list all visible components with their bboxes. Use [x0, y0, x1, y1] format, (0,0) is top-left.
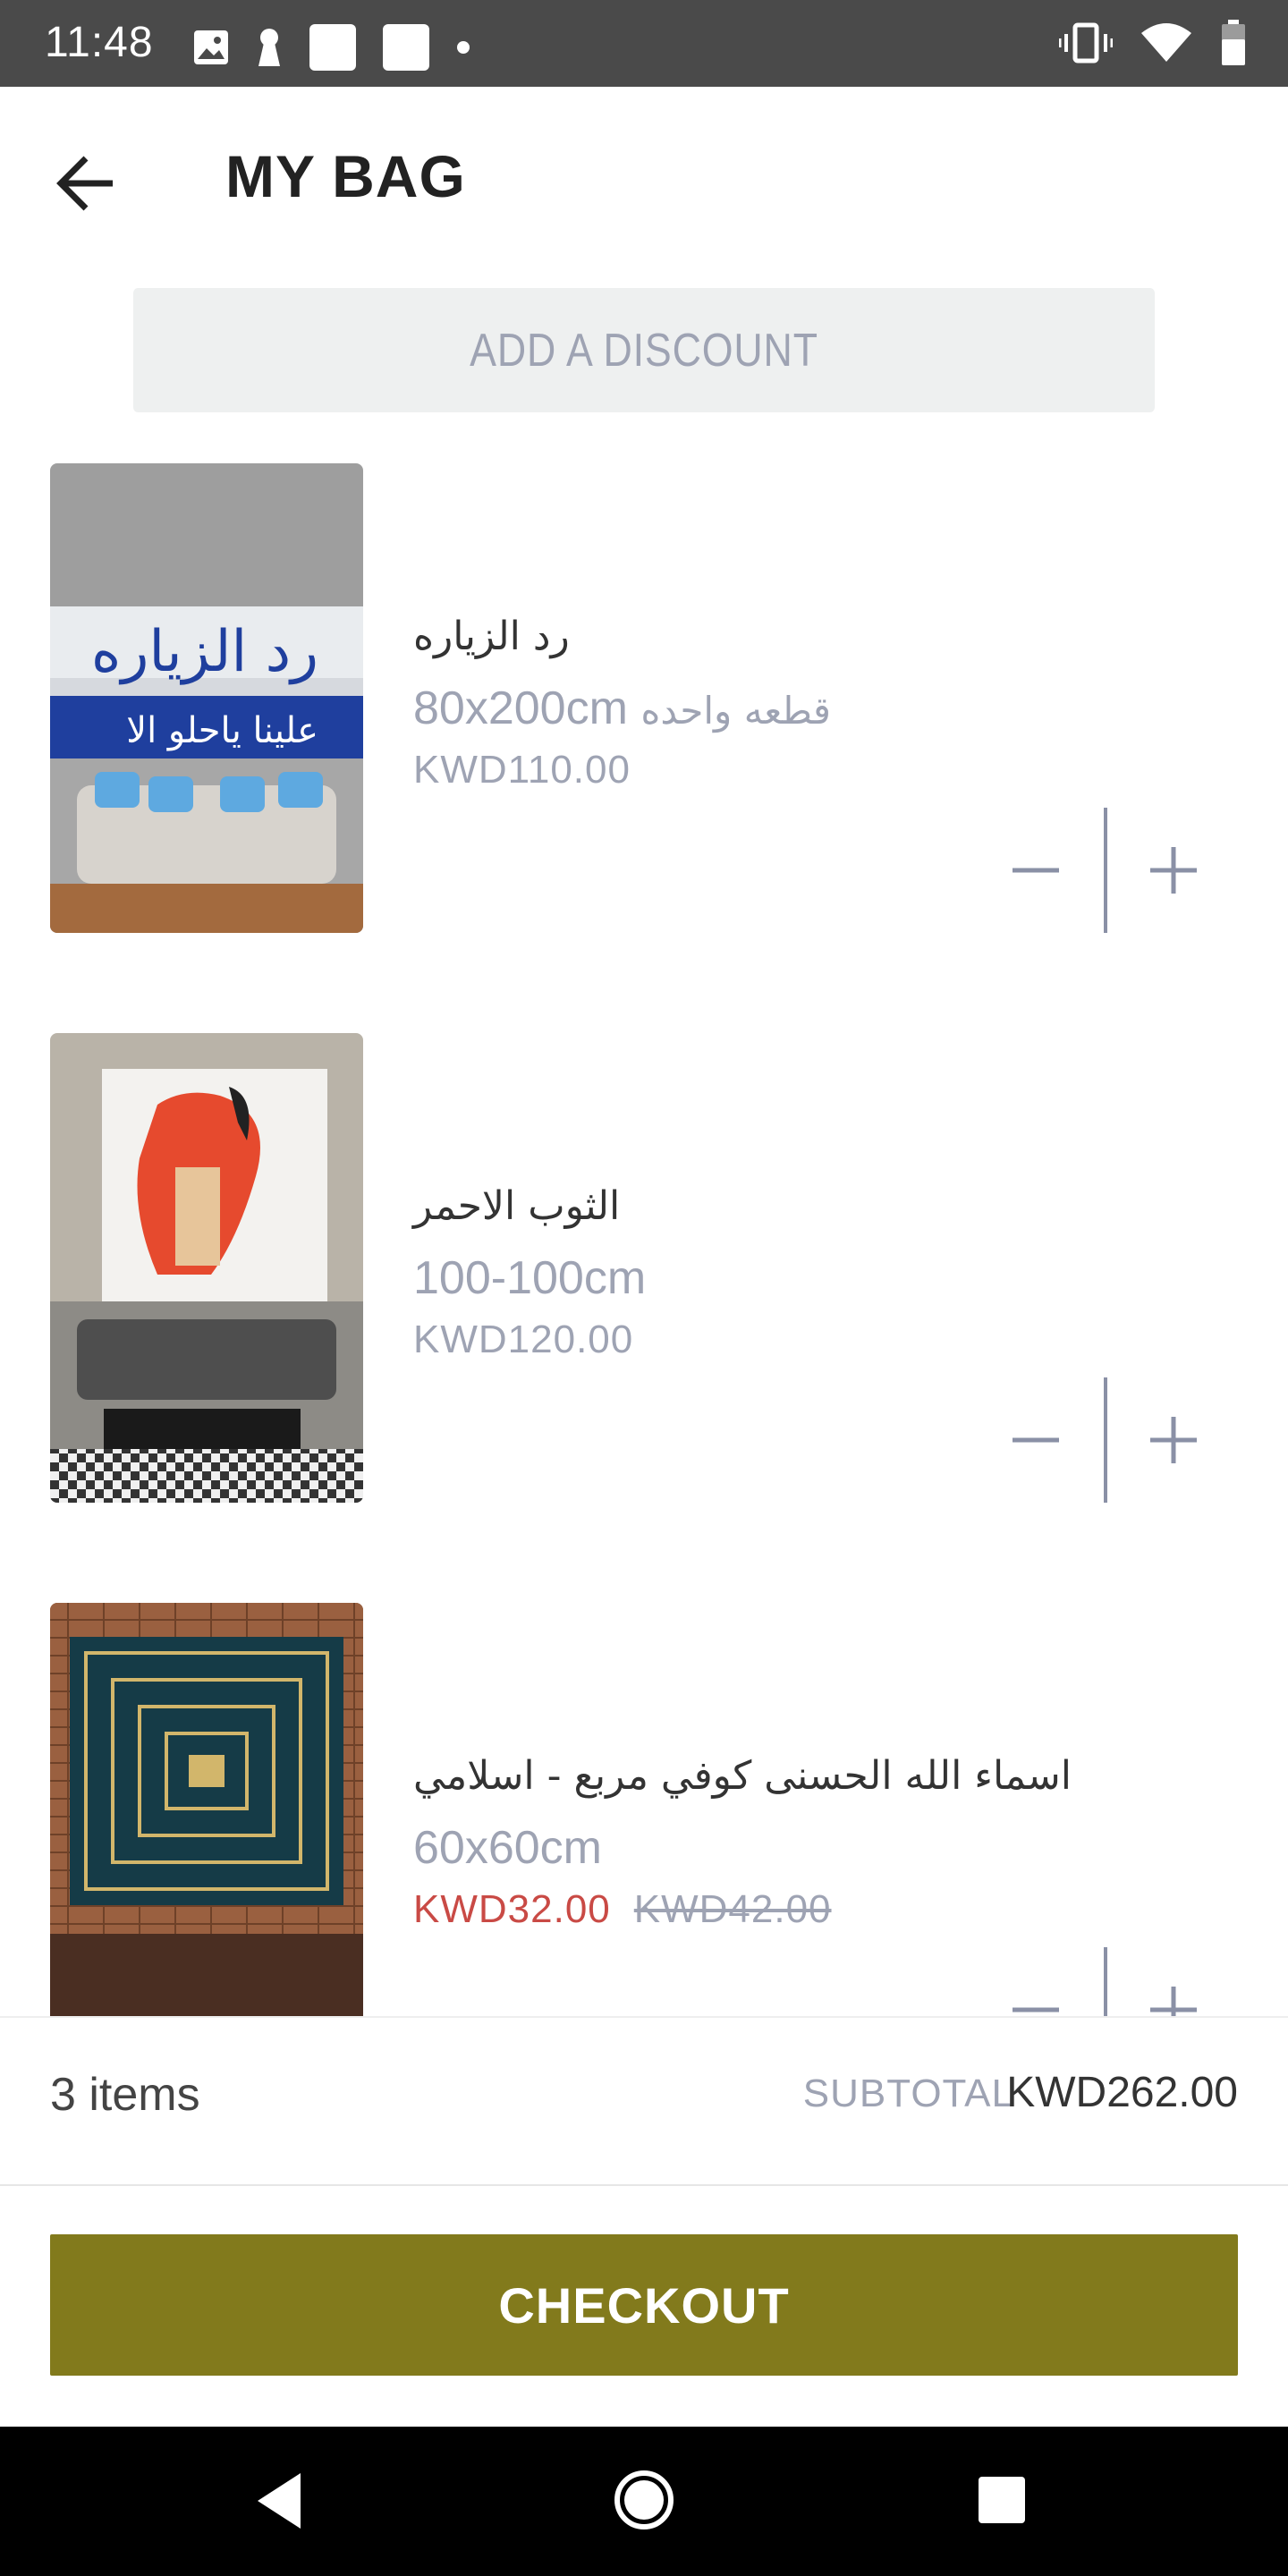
back-button[interactable]: [45, 140, 131, 226]
item-price: KWD120.00: [413, 1318, 634, 1361]
item-price: KWD32.00 KWD42.00: [413, 1887, 832, 1932]
increase-quantity-button[interactable]: [1147, 1413, 1200, 1467]
arrow-left-icon: [56, 156, 113, 211]
decrease-quantity-button[interactable]: [1009, 1413, 1063, 1467]
cart-summary: 3 items SUBTOTAL KWD262.00: [0, 2016, 1288, 2186]
item-count: 3 items: [50, 2069, 200, 2121]
page-title: MY BAG: [225, 143, 466, 209]
nav-recent-button[interactable]: [977, 2475, 1027, 2529]
vibrate-icon: [1059, 22, 1113, 64]
square-icon: [383, 24, 429, 71]
plus-icon: [1150, 1417, 1197, 1463]
item-name: اسماء الله الحسنى كوفي مربع - اسلامي: [413, 1753, 1072, 1799]
item-variant: قطعه واحده: [640, 689, 831, 733]
nav-recent-icon: [979, 2477, 1025, 2523]
keyhole-icon: [258, 29, 280, 66]
minus-icon: [1013, 868, 1059, 873]
item-image[interactable]: رد الزياره علينا ياحلو الا: [50, 463, 363, 933]
subtotal-value: KWD262.00: [1006, 2069, 1238, 2116]
status-time: 11:48: [45, 19, 154, 66]
item-size: 80x200cm قطعه واحده: [413, 682, 831, 735]
quantity-divider: [1104, 808, 1107, 933]
item-image[interactable]: [50, 1033, 363, 1503]
nav-home-icon: [614, 2470, 674, 2529]
cart-item: رد الزياره علينا ياحلو الا رد الزياره 80…: [0, 463, 1288, 933]
add-discount-button[interactable]: ADD A DISCOUNT: [132, 288, 1156, 412]
item-image[interactable]: [50, 1603, 363, 2072]
subtotal-label: SUBTOTAL: [802, 2072, 1014, 2115]
item-sale-price: KWD32.00: [413, 1887, 611, 1931]
svg-text:علينا ياحلو الا: علينا ياحلو الا: [126, 710, 318, 751]
item-original-price: KWD42.00: [633, 1887, 832, 1931]
battery-icon: [1222, 20, 1245, 65]
checkout-button[interactable]: CHECKOUT: [50, 2234, 1238, 2376]
wifi-icon: [1141, 23, 1191, 62]
item-size-value: 80x200cm: [413, 682, 628, 734]
app-bar: MY BAG: [0, 87, 1288, 266]
image-icon: [194, 30, 228, 64]
item-size: 100-100cm: [413, 1252, 647, 1304]
cart-item: الثوب الاحمر 100-100cm KWD120.00: [0, 1033, 1288, 1503]
status-left-icons: [192, 23, 471, 72]
dot-icon: [457, 41, 470, 54]
item-price: KWD110.00: [413, 748, 631, 792]
quantity-divider: [1104, 1377, 1107, 1503]
item-name: رد الزياره: [413, 614, 570, 659]
increase-quantity-button[interactable]: [1147, 843, 1200, 897]
cart-item: اسماء الله الحسنى كوفي مربع - اسلامي 60x…: [0, 1603, 1288, 2072]
status-bar: 11:48: [0, 0, 1288, 87]
plus-icon: [1150, 847, 1197, 894]
nav-back-icon: [258, 2473, 301, 2529]
quantity-stepper: [993, 1377, 1216, 1503]
item-name: الثوب الاحمر: [413, 1183, 621, 1229]
system-nav-bar: [0, 2427, 1288, 2576]
nav-home-button[interactable]: [612, 2468, 676, 2537]
status-right-icons: [1059, 20, 1247, 66]
svg-text:رد الزياره: رد الزياره: [91, 619, 318, 685]
quantity-stepper: [993, 808, 1216, 933]
square-icon: [309, 24, 356, 71]
minus-icon: [1013, 1437, 1059, 1443]
decrease-quantity-button[interactable]: [1009, 843, 1063, 897]
item-size: 60x60cm: [413, 1822, 602, 1874]
nav-back-button[interactable]: [254, 2470, 308, 2537]
